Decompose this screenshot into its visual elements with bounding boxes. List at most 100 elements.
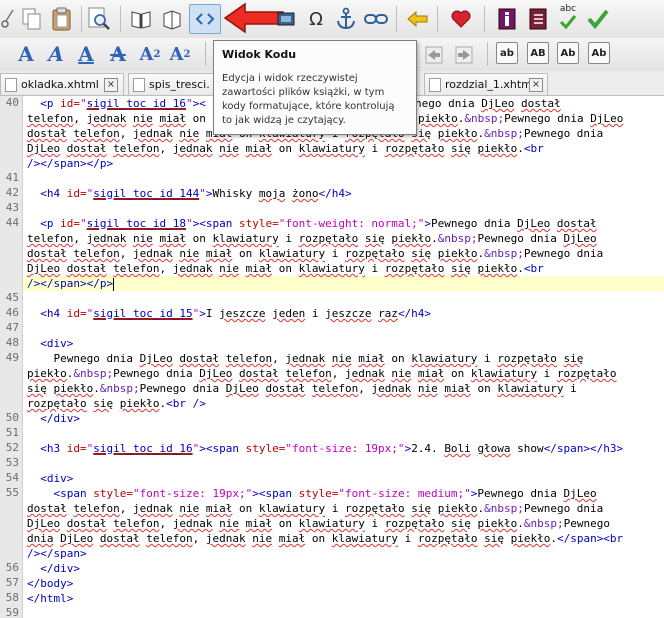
separator <box>484 6 485 32</box>
line-number: 55 <box>5 486 19 499</box>
file-icon <box>133 77 145 92</box>
anchor-icon[interactable] <box>332 5 360 33</box>
code-line: <div> <box>40 337 74 350</box>
tab-label: spis_tresci. <box>149 78 210 91</box>
code-line: piekło.&nbsp;Pewnego dnia DjLeo dostał t… <box>27 367 617 380</box>
cut-icon[interactable] <box>0 5 16 33</box>
code-line: <h4 id="sigil_toc_id_144">Whisky moja żo… <box>40 187 352 200</box>
line-number: 50 <box>5 411 19 424</box>
find-icon[interactable] <box>85 5 113 33</box>
tab-okladka[interactable]: okladka.xhtml × <box>0 73 124 95</box>
separator <box>437 6 438 32</box>
main-toolbar: Ω abc <box>0 0 664 39</box>
increase-indent-icon[interactable] <box>450 41 478 69</box>
line-number: 45 <box>5 291 19 304</box>
separator <box>81 6 82 32</box>
code-line: <span style="font-size: 19px;"><span sty… <box>53 487 597 500</box>
split-view-icon[interactable] <box>158 5 186 33</box>
line-number: 42 <box>5 186 19 199</box>
tab-label: rozdzial_1.xhtml <box>445 78 535 91</box>
bold-text-icon[interactable]: A <box>12 40 40 68</box>
code-line: <h4 id="sigil_toc_id_15">I jeszcze jeden… <box>40 307 432 320</box>
code-line: </div> <box>40 412 80 425</box>
line-number: 40 <box>5 96 19 109</box>
code-view-button[interactable] <box>189 4 221 34</box>
uppercase-button[interactable]: AB <box>527 42 549 64</box>
line-number: 51 <box>5 426 19 439</box>
metadata-info-icon[interactable] <box>493 5 521 33</box>
spellcheck-button[interactable]: abc <box>554 3 582 31</box>
code-line: <p id="sigil_toc_id_16">< <box>40 97 206 110</box>
tab-label: okladka.xhtml <box>21 78 99 91</box>
back-arrow-icon[interactable] <box>404 5 432 33</box>
line-number: 58 <box>5 591 19 604</box>
code-line: <h3 id="sigil_toc_id_16"><span style="fo… <box>40 442 624 455</box>
subscript-button[interactable]: A2 <box>136 40 164 68</box>
code-line: </body> <box>27 577 74 590</box>
separator <box>205 42 206 66</box>
line-number: 43 <box>5 201 19 214</box>
code-line: dostał telefon, jednak nie miał on klawi… <box>27 247 604 260</box>
paste-icon[interactable] <box>48 5 76 33</box>
line-number: 41 <box>5 171 19 184</box>
code-line: się piekło.&nbsp;Pewnego dnia DjLeo dost… <box>27 382 577 395</box>
separator <box>396 6 397 32</box>
code-line: rozpętało się piekło.<br /> <box>27 397 206 410</box>
line-number: 59 <box>5 606 19 618</box>
heart-icon[interactable] <box>447 5 475 33</box>
underline-text-icon[interactable]: A <box>72 40 100 68</box>
code-line: /></span> <box>27 547 87 560</box>
italic-text-icon[interactable]: A <box>42 40 70 68</box>
code-line: telefon, jednak nie miał on klawiatury i… <box>27 232 597 245</box>
strikethrough-text-icon[interactable]: A <box>104 40 132 68</box>
code-line: piekło.&nbsp;Pewnego dnia DjLeo <box>418 112 624 125</box>
decrease-indent-icon[interactable] <box>420 41 448 69</box>
code-line: DjLeo dostał telefon, jednak nie miał on… <box>27 262 544 275</box>
line-number: 47 <box>5 321 19 334</box>
table-of-contents-icon[interactable] <box>524 5 552 33</box>
lowercase-button[interactable]: ab <box>496 42 518 64</box>
line-number: 49 <box>5 351 19 364</box>
insert-special-char-button[interactable]: Ω <box>302 5 330 33</box>
code-line: telefon, jednak nie miał on <box>27 112 206 125</box>
link-icon[interactable] <box>362 5 390 33</box>
line-number: 48 <box>5 336 19 349</box>
spellcheck-icon <box>559 14 577 29</box>
superscript-button[interactable]: A2 <box>166 40 194 68</box>
code-line: /></span></p> <box>27 157 114 170</box>
line-number: 56 <box>5 561 19 574</box>
file-icon <box>429 77 441 92</box>
code-line: </html> <box>27 592 74 605</box>
insert-image-icon[interactable] <box>272 5 300 33</box>
code-editor[interactable]: 40 41 42 43 44 45 46 47 48 49 50 51 52 5… <box>0 96 664 618</box>
line-number: 46 <box>5 306 19 319</box>
subscript-icon: 2 <box>153 48 161 60</box>
code-line: <div> <box>40 472 74 485</box>
line-number: 54 <box>5 471 19 484</box>
code-line: DjLeo dostał telefon, jednak nie miał on… <box>27 142 544 155</box>
book-view-icon[interactable] <box>127 5 155 33</box>
sentencecase-button[interactable]: Ab <box>588 42 610 64</box>
titlecase-button[interactable]: Ab <box>557 42 579 64</box>
close-tab-icon[interactable]: × <box>529 78 543 92</box>
tab-spis-tresci[interactable]: spis_tresci. <box>128 73 216 95</box>
line-number: 53 <box>5 456 19 469</box>
code-view-tooltip: Widok Kodu Edycja i widok rzeczywistej z… <box>213 40 417 135</box>
spellcheck-label: abc <box>559 3 577 14</box>
text-cursor <box>113 277 115 291</box>
copy-icon[interactable] <box>18 5 46 33</box>
separator <box>487 42 488 66</box>
current-line-highlight <box>23 276 664 291</box>
tooltip-title: Widok Kodu <box>222 48 297 61</box>
validate-check-icon[interactable] <box>584 5 612 33</box>
separator <box>120 6 121 32</box>
tooltip-body: Edycja i widok rzeczywistej zawartości p… <box>222 73 395 126</box>
superscript-icon: 2 <box>183 48 191 60</box>
close-tab-icon[interactable]: × <box>104 78 118 92</box>
file-icon <box>5 77 17 92</box>
code-line: Pewnego dnia DjLeo dostał telefon, jedna… <box>27 352 584 365</box>
tab-rozdzial-1[interactable]: rozdzial_1.xhtml × <box>424 73 548 95</box>
line-number: 52 <box>5 441 19 454</box>
line-number: 57 <box>5 576 19 589</box>
code-line: DjLeo dostał telefon, jednak nie miał on… <box>27 517 610 530</box>
